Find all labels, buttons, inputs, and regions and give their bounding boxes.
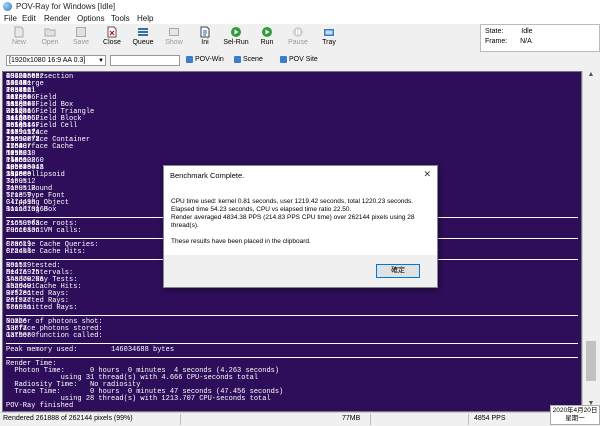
preset-value: [1920x1080 16:9 AA 0.3] [9, 57, 86, 64]
window-title: POV-Ray for Windows [Idle] [16, 2, 116, 11]
save-label: Save [73, 39, 89, 46]
state-label: State: Idle [485, 28, 533, 35]
ini-button[interactable]: Ini [190, 25, 220, 51]
menu-tools[interactable]: Tools [111, 14, 130, 23]
render-time-line: POV-Ray finished [6, 402, 74, 410]
benchmark-dialog: Benchmark Complete. ✕ CPU time used: ker… [163, 165, 438, 288]
taskbar-clock[interactable]: 2020年4月20日 星期一 [550, 405, 600, 425]
show-icon [169, 28, 179, 36]
frame-value: N/A [520, 38, 532, 45]
show-label: Show [165, 39, 183, 46]
sel-run-button[interactable]: Sel-Run [221, 25, 251, 51]
state-value: Idle [521, 28, 533, 35]
pov-win-link[interactable]: POV-Win [186, 56, 224, 63]
show-button[interactable]: Show [159, 25, 189, 51]
menu-edit[interactable]: Edit [22, 14, 36, 23]
frame-label: Frame: N/A [485, 38, 532, 45]
tray-icon [324, 29, 334, 36]
status-bar: Rendered 261888 of 262144 pixels (99%) 7… [0, 412, 600, 426]
ini-icon [200, 26, 210, 38]
options-row: [1920x1080 16:9 AA 0.3] ▼ POV-Win Scene P… [0, 53, 600, 69]
new-button[interactable]: New [4, 25, 34, 51]
render-progress-text: Rendered 261888 of 262144 pixels (99%) [3, 415, 133, 422]
dialog-elapsed-line: Elapsed time 54.23 seconds, CPU vs elaps… [171, 206, 352, 213]
clock-date: 2020年4月20日 [552, 407, 598, 414]
pause-label: Pause [288, 39, 308, 46]
peak-memory-line: Peak memory used: 146034688 bytes [6, 346, 175, 354]
console-separator [6, 315, 578, 316]
run-button[interactable]: Run [252, 25, 282, 51]
close-label: Close [103, 39, 121, 46]
menu-bar: File Edit Render Options Tools Help [0, 13, 600, 24]
povray-app-icon [3, 2, 12, 11]
run-label: Run [260, 39, 274, 46]
clock-day: 星期一 [565, 415, 585, 422]
ok-button[interactable]: 確定 [376, 264, 420, 278]
globe-icon [280, 56, 287, 63]
ray-stat-row: Transmitted Rays: 636931 [3, 305, 581, 313]
close-document-icon [107, 26, 117, 38]
close-icon[interactable]: ✕ [423, 169, 431, 180]
close-button[interactable]: Close [97, 25, 127, 51]
open-button[interactable]: Open [35, 25, 65, 51]
title-bar: POV-Ray for Windows [Idle] [0, 0, 600, 14]
console-separator [6, 343, 578, 344]
render-status-panel: State: Idle Frame: N/A [480, 24, 600, 52]
command-line-input[interactable] [110, 55, 180, 66]
resolution-preset-select[interactable]: [1920x1080 16:9 AA 0.3] ▼ [6, 55, 106, 66]
menu-file[interactable]: File [4, 14, 17, 23]
chevron-down-icon: ▼ [98, 58, 104, 64]
pause-button[interactable]: Pause [283, 25, 313, 51]
save-disk-icon [76, 27, 86, 37]
tray-button[interactable]: Tray [314, 25, 344, 51]
open-folder-icon [44, 28, 56, 37]
pause-icon [293, 27, 303, 37]
tray-label: Tray [322, 39, 336, 46]
memory-usage: 77MB [342, 415, 361, 422]
select-run-icon [231, 27, 241, 37]
pps-readout: 4854 PPS [474, 415, 506, 422]
run-icon [262, 27, 272, 37]
dialog-title: Benchmark Complete. [170, 171, 245, 180]
photon-stat-row-cell: 1379980 [6, 332, 36, 340]
save-button[interactable]: Save [66, 25, 96, 51]
menu-options[interactable]: Options [77, 14, 105, 23]
menu-help[interactable]: Help [137, 14, 153, 23]
scrollbar-thumb[interactable] [586, 341, 596, 381]
globe-icon [186, 56, 193, 63]
open-label: Open [41, 39, 59, 46]
scroll-up-icon[interactable]: ▲ [583, 71, 599, 83]
console-scrollbar[interactable]: ▲ ▼ [582, 71, 599, 412]
dialog-clipboard-line: These results have been placed in the cl… [171, 238, 311, 245]
ray-stat-row-cell: 636931 [6, 304, 32, 312]
new-file-icon [14, 26, 24, 38]
queue-button[interactable]: Queue [128, 25, 158, 51]
dialog-render-line: Render averaged 4834.38 PPS (214.83 PPS … [171, 214, 415, 229]
sel-run-label: Sel-Run [223, 39, 249, 46]
queue-label: Queue [132, 39, 154, 46]
photon-stat-row: Gather function called: 1379980 [3, 333, 581, 341]
menu-render[interactable]: Render [44, 14, 70, 23]
ini-label: Ini [201, 39, 209, 46]
main-toolbar: New Open Save Close Queue Show Ini Sel-R… [0, 24, 478, 51]
pov-site-link[interactable]: POV Site [280, 56, 318, 63]
globe-icon [234, 56, 241, 63]
new-label: New [11, 39, 26, 46]
queue-icon [138, 28, 148, 36]
dialog-cpu-line: CPU time used: kernel 0.81 seconds, user… [171, 198, 414, 205]
scene-link[interactable]: Scene [234, 56, 263, 63]
console-separator [6, 357, 578, 358]
